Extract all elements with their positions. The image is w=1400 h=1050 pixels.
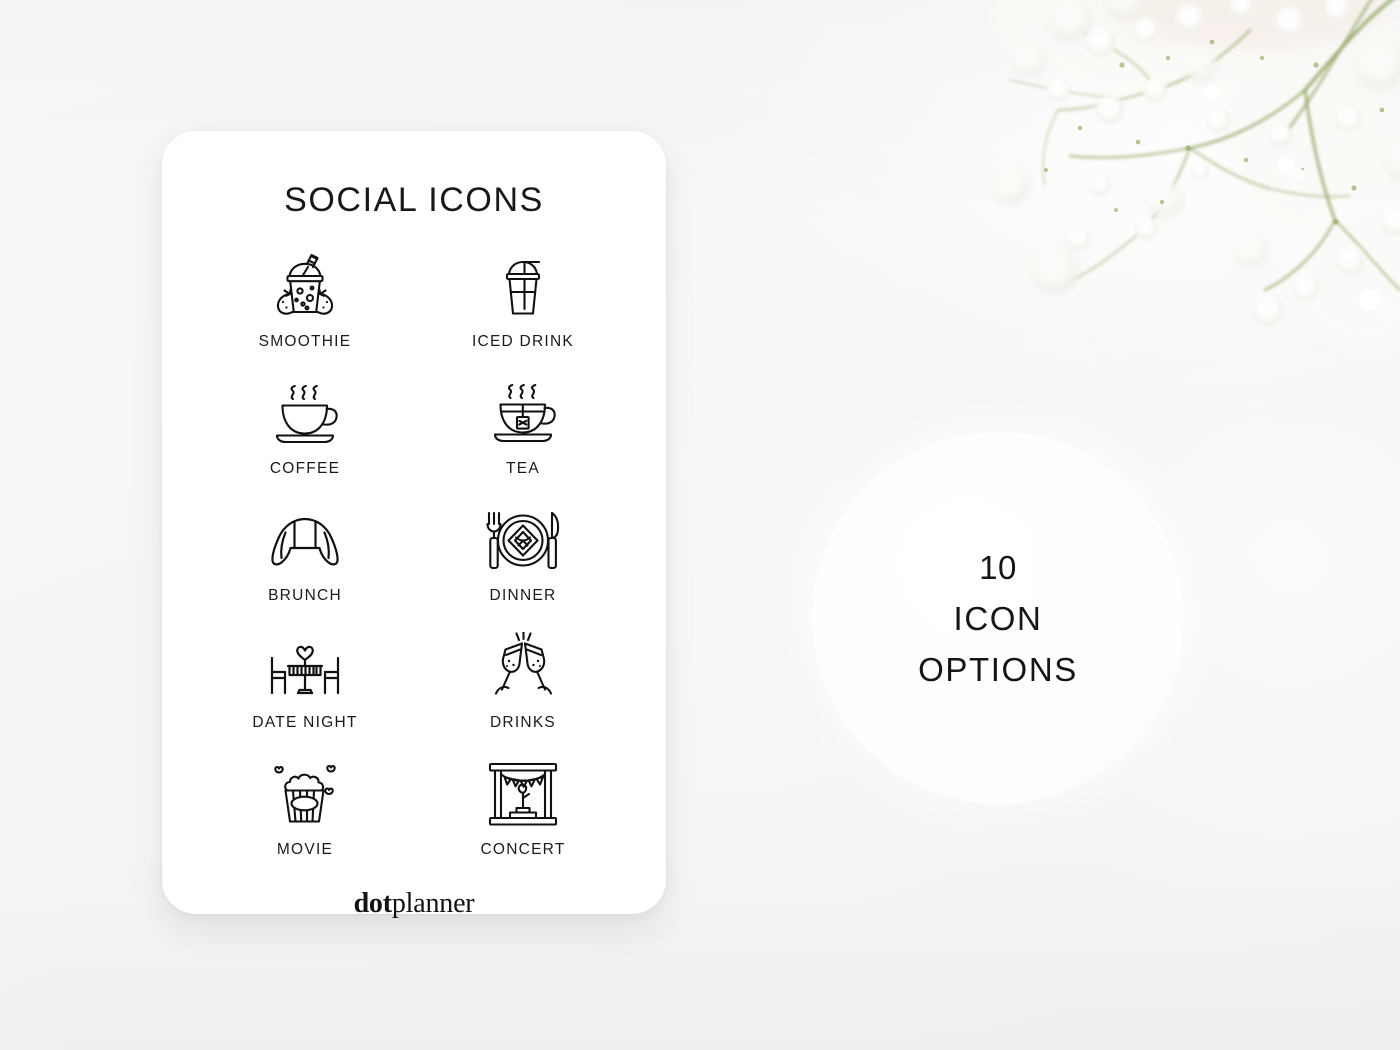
brand-logo: dotplanner [354,890,475,918]
icon-label: TEA [506,460,540,477]
icon-cell-iced-drink[interactable]: ICED DRINK [414,243,632,370]
brand-light-text: planner [391,888,475,919]
icon-label: COFFEE [269,460,341,477]
icon-cell-smoothie[interactable]: SMOOTHIE [196,243,414,370]
icon-cell-brunch[interactable]: BRUNCH [196,497,414,624]
tea-cup-icon [477,376,569,452]
badge-count: 10 [979,548,1017,586]
popcorn-icon [259,757,351,833]
icon-label: BRUNCH [268,587,342,604]
icon-options-badge: 10 ICON OPTIONS [812,432,1184,804]
table-chairs-heart-icon [259,630,351,706]
badge-word-options: OPTIONS [918,650,1078,688]
plate-cutlery-icon [477,503,569,579]
icon-cell-coffee[interactable]: COFFEE [196,370,414,497]
icon-label: DATE NIGHT [252,714,358,731]
icon-cell-movie[interactable]: MOVIE [196,751,414,878]
badge-word-icon: ICON [953,599,1043,637]
icon-label: DINNER [489,587,557,604]
icon-cell-concert[interactable]: CONCERT [414,751,632,878]
icon-label: SMOOTHIE [258,333,352,350]
icon-cell-date-night[interactable]: DATE NIGHT [196,624,414,751]
smoothie-cup-icon [259,249,351,325]
stage-microphone-icon [477,757,569,833]
icon-label: ICED DRINK [471,333,575,350]
icon-label: CONCERT [480,841,566,858]
icon-label: DRINKS [489,714,557,731]
iced-drink-cup-icon [477,249,569,325]
champagne-toast-icon [477,630,569,706]
icon-grid: SMOOTHIE ICED DRINK COFFEE TEA BRUNCH DI… [196,243,632,878]
icon-cell-tea[interactable]: TEA [414,370,632,497]
icon-cell-dinner[interactable]: DINNER [414,497,632,624]
card-title: SOCIAL ICONS [284,181,544,219]
brand-bold-text: dot [353,888,392,919]
croissant-icon [259,503,351,579]
icon-cell-drinks[interactable]: DRINKS [414,624,632,751]
coffee-cup-icon [259,376,351,452]
sticker-sheet-card: SOCIAL ICONS SMOOTHIE ICED DRINK COFFEE … [162,131,666,918]
icon-label: MOVIE [276,841,334,858]
